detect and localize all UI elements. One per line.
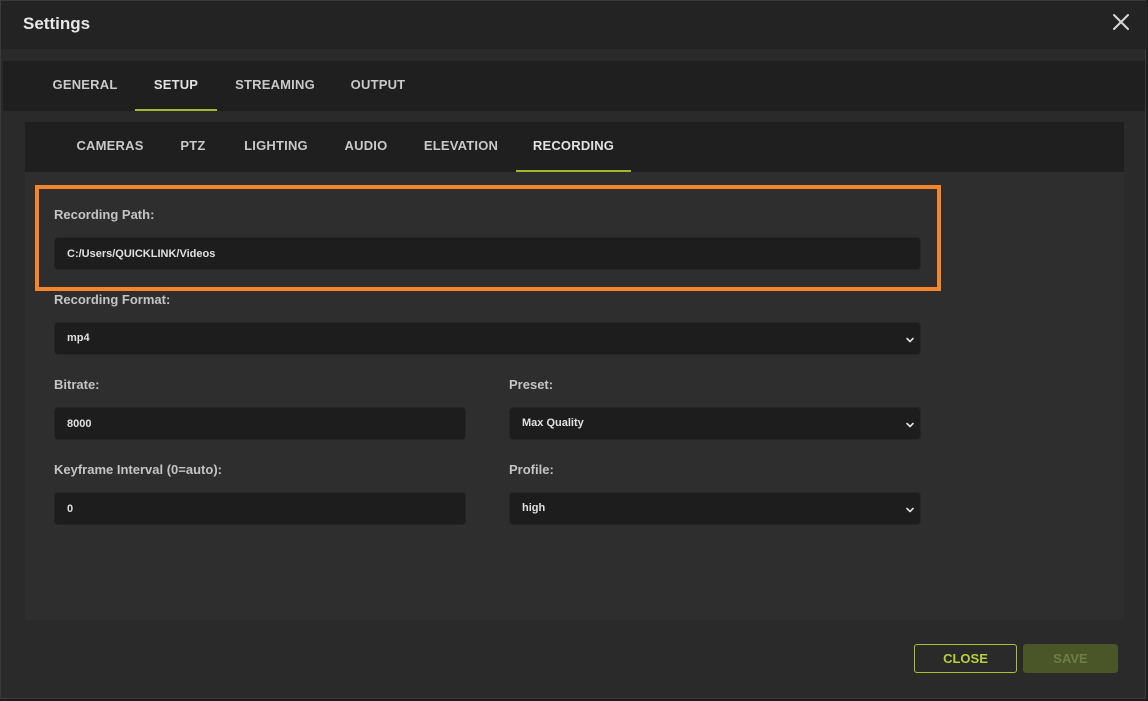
- chevron-down-icon: [904, 418, 916, 430]
- preset-label: Preset:: [509, 377, 554, 392]
- recording-path-input[interactable]: [54, 237, 921, 270]
- bitrate-label: Bitrate:: [54, 377, 100, 392]
- dialog-title: Settings: [23, 14, 91, 33]
- profile-value: high: [522, 502, 546, 514]
- recording-format-label: Recording Format:: [54, 292, 171, 307]
- settings-dialog: Settings GENERAL SETUP STREAMING OUTPUT …: [0, 0, 1147, 699]
- sub-tab-bar: CAMERAS PTZ LIGHTING AUDIO ELEVATION REC…: [25, 122, 1124, 172]
- keyframe-interval-label: Keyframe Interval (0=auto):: [54, 462, 222, 477]
- close-button[interactable]: CLOSE: [914, 644, 1017, 673]
- preset-value: Max Quality: [522, 417, 584, 429]
- recording-format-select[interactable]: mp4: [54, 322, 921, 355]
- top-tab-bar: GENERAL SETUP STREAMING OUTPUT: [3, 61, 1145, 111]
- preset-select[interactable]: Max Quality: [509, 407, 921, 440]
- tab-setup[interactable]: SETUP: [135, 61, 217, 111]
- tab-output[interactable]: OUTPUT: [339, 61, 417, 111]
- tab-cameras[interactable]: CAMERAS: [65, 122, 155, 172]
- title-bar: Settings: [1, 1, 1147, 49]
- profile-select[interactable]: high: [509, 492, 921, 525]
- tab-lighting[interactable]: LIGHTING: [233, 122, 319, 172]
- recording-format-value: mp4: [67, 332, 90, 344]
- save-button[interactable]: SAVE: [1023, 644, 1118, 673]
- recording-path-label: Recording Path:: [54, 207, 155, 222]
- tab-audio[interactable]: AUDIO: [335, 122, 397, 172]
- tab-recording[interactable]: RECORDING: [516, 122, 631, 172]
- tab-general[interactable]: GENERAL: [40, 61, 130, 111]
- tab-streaming[interactable]: STREAMING: [227, 61, 323, 111]
- bitrate-input[interactable]: [54, 407, 466, 440]
- tab-elevation[interactable]: ELEVATION: [413, 122, 509, 172]
- profile-label: Profile:: [509, 462, 554, 477]
- chevron-down-icon: [904, 333, 916, 345]
- close-icon[interactable]: [1111, 12, 1131, 32]
- keyframe-interval-input[interactable]: [54, 492, 466, 525]
- tab-ptz[interactable]: PTZ: [169, 122, 217, 172]
- chevron-down-icon: [904, 503, 916, 515]
- settings-panel: CAMERAS PTZ LIGHTING AUDIO ELEVATION REC…: [25, 122, 1124, 620]
